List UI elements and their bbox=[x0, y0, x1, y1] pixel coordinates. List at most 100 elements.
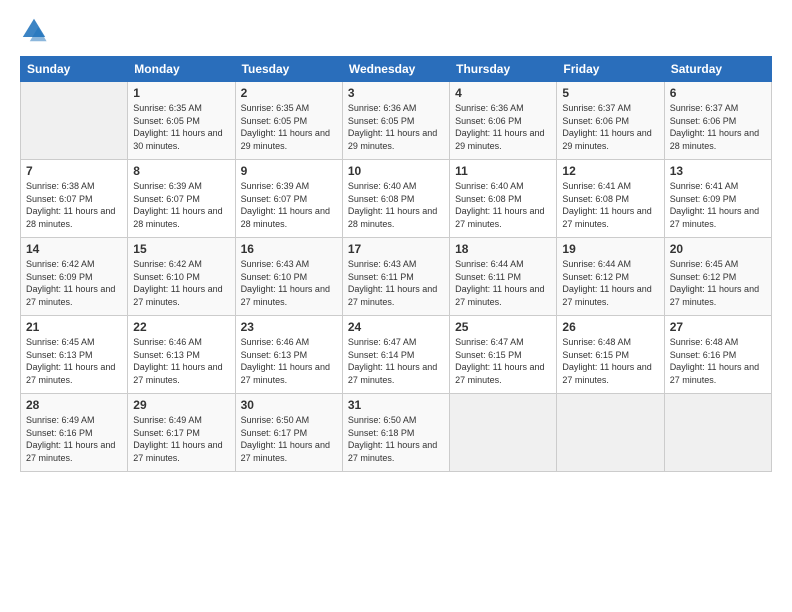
calendar-cell: 7 Sunrise: 6:38 AMSunset: 6:07 PMDaylight… bbox=[21, 160, 128, 238]
day-info: Sunrise: 6:47 AMSunset: 6:15 PMDaylight:… bbox=[455, 336, 551, 386]
calendar-cell: 9 Sunrise: 6:39 AMSunset: 6:07 PMDaylight… bbox=[235, 160, 342, 238]
logo bbox=[20, 16, 52, 44]
day-number: 26 bbox=[562, 320, 658, 334]
day-info: Sunrise: 6:45 AMSunset: 6:13 PMDaylight:… bbox=[26, 336, 122, 386]
calendar-week-row: 28Sunrise: 6:49 AMSunset: 6:16 PMDayligh… bbox=[21, 394, 772, 472]
day-number: 22 bbox=[133, 320, 229, 334]
day-number: 30 bbox=[241, 398, 337, 412]
day-number: 19 bbox=[562, 242, 658, 256]
day-info: Sunrise: 6:40 AMSunset: 6:08 PMDaylight:… bbox=[455, 180, 551, 230]
calendar-cell: 14Sunrise: 6:42 AMSunset: 6:09 PMDayligh… bbox=[21, 238, 128, 316]
calendar-cell: 1Sunrise: 6:35 AMSunset: 6:05 PMDaylight… bbox=[128, 82, 235, 160]
day-info: Sunrise: 6:44 AMSunset: 6:11 PMDaylight:… bbox=[455, 258, 551, 308]
day-info: Sunrise: 6:35 AMSunset: 6:05 PMDaylight:… bbox=[241, 102, 337, 152]
day-number: 24 bbox=[348, 320, 444, 334]
calendar-cell: 28Sunrise: 6:49 AMSunset: 6:16 PMDayligh… bbox=[21, 394, 128, 472]
day-info: Sunrise: 6:44 AMSunset: 6:12 PMDaylight:… bbox=[562, 258, 658, 308]
day-number: 13 bbox=[670, 164, 766, 178]
calendar-cell: 25 Sunrise: 6:47 AMSunset: 6:15 PMDayligh… bbox=[450, 316, 557, 394]
day-info: Sunrise: 6:38 AMSunset: 6:07 PMDaylight:… bbox=[26, 180, 122, 230]
calendar-cell: 15Sunrise: 6:42 AMSunset: 6:10 PMDayligh… bbox=[128, 238, 235, 316]
day-info: Sunrise: 6:43 AMSunset: 6:10 PMDaylight:… bbox=[241, 258, 337, 308]
calendar-cell: 19 Sunrise: 6:44 AMSunset: 6:12 PMDayligh… bbox=[557, 238, 664, 316]
day-info: Sunrise: 6:47 AMSunset: 6:14 PMDaylight:… bbox=[348, 336, 444, 386]
day-number: 17 bbox=[348, 242, 444, 256]
day-info: Sunrise: 6:39 AMSunset: 6:07 PMDaylight:… bbox=[133, 180, 229, 230]
calendar-cell: 27 Sunrise: 6:48 AMSunset: 6:16 PMDayligh… bbox=[664, 316, 771, 394]
day-number: 23 bbox=[241, 320, 337, 334]
calendar-cell bbox=[557, 394, 664, 472]
weekday-header-cell: Monday bbox=[128, 57, 235, 82]
day-number: 16 bbox=[241, 242, 337, 256]
calendar-cell: 26Sunrise: 6:48 AMSunset: 6:15 PMDayligh… bbox=[557, 316, 664, 394]
day-number: 6 bbox=[670, 86, 766, 100]
weekday-header-cell: Sunday bbox=[21, 57, 128, 82]
day-info: Sunrise: 6:42 AMSunset: 6:10 PMDaylight:… bbox=[133, 258, 229, 308]
day-info: Sunrise: 6:37 AMSunset: 6:06 PMDaylight:… bbox=[562, 102, 658, 152]
calendar-cell: 31 Sunrise: 6:50 AMSunset: 6:18 PMDayligh… bbox=[342, 394, 449, 472]
calendar-cell: 3 Sunrise: 6:36 AMSunset: 6:05 PMDaylight… bbox=[342, 82, 449, 160]
calendar-cell: 20 Sunrise: 6:45 AMSunset: 6:12 PMDayligh… bbox=[664, 238, 771, 316]
calendar-cell: 16 Sunrise: 6:43 AMSunset: 6:10 PMDayligh… bbox=[235, 238, 342, 316]
day-number: 10 bbox=[348, 164, 444, 178]
day-number: 7 bbox=[26, 164, 122, 178]
calendar-body: 1 Sunrise: 6:35 AMSunset: 6:05 PMDaylight… bbox=[21, 82, 772, 472]
calendar-cell: 17Sunrise: 6:43 AMSunset: 6:11 PMDayligh… bbox=[342, 238, 449, 316]
calendar-cell: 6 Sunrise: 6:37 AMSunset: 6:06 PMDaylight… bbox=[664, 82, 771, 160]
day-info: Sunrise: 6:45 AMSunset: 6:12 PMDaylight:… bbox=[670, 258, 766, 308]
day-info: Sunrise: 6:41 AMSunset: 6:09 PMDaylight:… bbox=[670, 180, 766, 230]
weekday-header-cell: Friday bbox=[557, 57, 664, 82]
day-number: 27 bbox=[670, 320, 766, 334]
day-info: Sunrise: 6:39 AMSunset: 6:07 PMDaylight:… bbox=[241, 180, 337, 230]
calendar-cell bbox=[664, 394, 771, 472]
day-number: 31 bbox=[348, 398, 444, 412]
day-number: 12 bbox=[562, 164, 658, 178]
calendar-week-row: 21Sunrise: 6:45 AMSunset: 6:13 PMDayligh… bbox=[21, 316, 772, 394]
day-info: Sunrise: 6:50 AMSunset: 6:18 PMDaylight:… bbox=[348, 414, 444, 464]
day-info: Sunrise: 6:37 AMSunset: 6:06 PMDaylight:… bbox=[670, 102, 766, 152]
day-number: 20 bbox=[670, 242, 766, 256]
day-number: 18 bbox=[455, 242, 551, 256]
calendar-week-row: 7 Sunrise: 6:38 AMSunset: 6:07 PMDaylight… bbox=[21, 160, 772, 238]
day-info: Sunrise: 6:48 AMSunset: 6:16 PMDaylight:… bbox=[670, 336, 766, 386]
day-number: 3 bbox=[348, 86, 444, 100]
weekday-header-cell: Saturday bbox=[664, 57, 771, 82]
calendar-table: SundayMondayTuesdayWednesdayThursdayFrid… bbox=[20, 56, 772, 472]
header bbox=[20, 16, 772, 44]
day-number: 1 bbox=[133, 86, 229, 100]
day-number: 25 bbox=[455, 320, 551, 334]
day-number: 29 bbox=[133, 398, 229, 412]
calendar-cell: 12 Sunrise: 6:41 AMSunset: 6:08 PMDayligh… bbox=[557, 160, 664, 238]
page: SundayMondayTuesdayWednesdayThursdayFrid… bbox=[0, 0, 792, 612]
calendar-cell: 18 Sunrise: 6:44 AMSunset: 6:11 PMDayligh… bbox=[450, 238, 557, 316]
day-number: 9 bbox=[241, 164, 337, 178]
day-number: 2 bbox=[241, 86, 337, 100]
weekday-header-cell: Tuesday bbox=[235, 57, 342, 82]
day-info: Sunrise: 6:36 AMSunset: 6:05 PMDaylight:… bbox=[348, 102, 444, 152]
calendar-cell: 4Sunrise: 6:36 AMSunset: 6:06 PMDaylight… bbox=[450, 82, 557, 160]
day-info: Sunrise: 6:42 AMSunset: 6:09 PMDaylight:… bbox=[26, 258, 122, 308]
weekday-header-row: SundayMondayTuesdayWednesdayThursdayFrid… bbox=[21, 57, 772, 82]
calendar-cell bbox=[450, 394, 557, 472]
calendar-cell: 13 Sunrise: 6:41 AMSunset: 6:09 PMDayligh… bbox=[664, 160, 771, 238]
day-info: Sunrise: 6:46 AMSunset: 6:13 PMDaylight:… bbox=[133, 336, 229, 386]
day-number: 8 bbox=[133, 164, 229, 178]
calendar-cell: 24 Sunrise: 6:47 AMSunset: 6:14 PMDayligh… bbox=[342, 316, 449, 394]
calendar-week-row: 14Sunrise: 6:42 AMSunset: 6:09 PMDayligh… bbox=[21, 238, 772, 316]
weekday-header-cell: Wednesday bbox=[342, 57, 449, 82]
day-info: Sunrise: 6:41 AMSunset: 6:08 PMDaylight:… bbox=[562, 180, 658, 230]
calendar-cell: 22 Sunrise: 6:46 AMSunset: 6:13 PMDayligh… bbox=[128, 316, 235, 394]
day-info: Sunrise: 6:50 AMSunset: 6:17 PMDaylight:… bbox=[241, 414, 337, 464]
weekday-header-cell: Thursday bbox=[450, 57, 557, 82]
day-info: Sunrise: 6:36 AMSunset: 6:06 PMDaylight:… bbox=[455, 102, 551, 152]
calendar-week-row: 1 Sunrise: 6:35 AMSunset: 6:05 PMDaylight… bbox=[21, 82, 772, 160]
day-number: 5 bbox=[562, 86, 658, 100]
calendar-cell: 8 Sunrise: 6:39 AMSunset: 6:07 PMDaylight… bbox=[128, 160, 235, 238]
calendar-cell: 21Sunrise: 6:45 AMSunset: 6:13 PMDayligh… bbox=[21, 316, 128, 394]
day-info: Sunrise: 6:49 AMSunset: 6:17 PMDaylight:… bbox=[133, 414, 229, 464]
day-info: Sunrise: 6:46 AMSunset: 6:13 PMDaylight:… bbox=[241, 336, 337, 386]
calendar-cell: 30 Sunrise: 6:50 AMSunset: 6:17 PMDayligh… bbox=[235, 394, 342, 472]
day-number: 11 bbox=[455, 164, 551, 178]
calendar-cell: 5 Sunrise: 6:37 AMSunset: 6:06 PMDaylight… bbox=[557, 82, 664, 160]
calendar-cell: 23 Sunrise: 6:46 AMSunset: 6:13 PMDayligh… bbox=[235, 316, 342, 394]
